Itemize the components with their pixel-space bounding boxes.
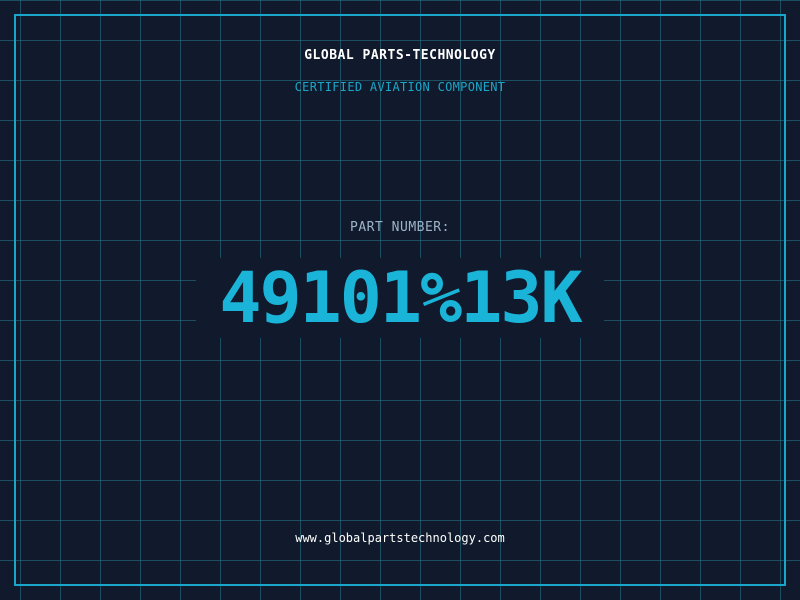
certification-subtitle: CERTIFIED AVIATION COMPONENT bbox=[294, 80, 506, 94]
part-number-value: 49101%13K bbox=[219, 257, 582, 339]
part-number-label: PART NUMBER: bbox=[350, 220, 450, 235]
website-url: www.globalpartstechnology.com bbox=[295, 531, 505, 545]
company-name: GLOBAL PARTS-TECHNOLOGY bbox=[304, 48, 496, 63]
certificate-panel: GLOBAL PARTS-TECHNOLOGY CERTIFIED AVIATI… bbox=[0, 0, 800, 600]
